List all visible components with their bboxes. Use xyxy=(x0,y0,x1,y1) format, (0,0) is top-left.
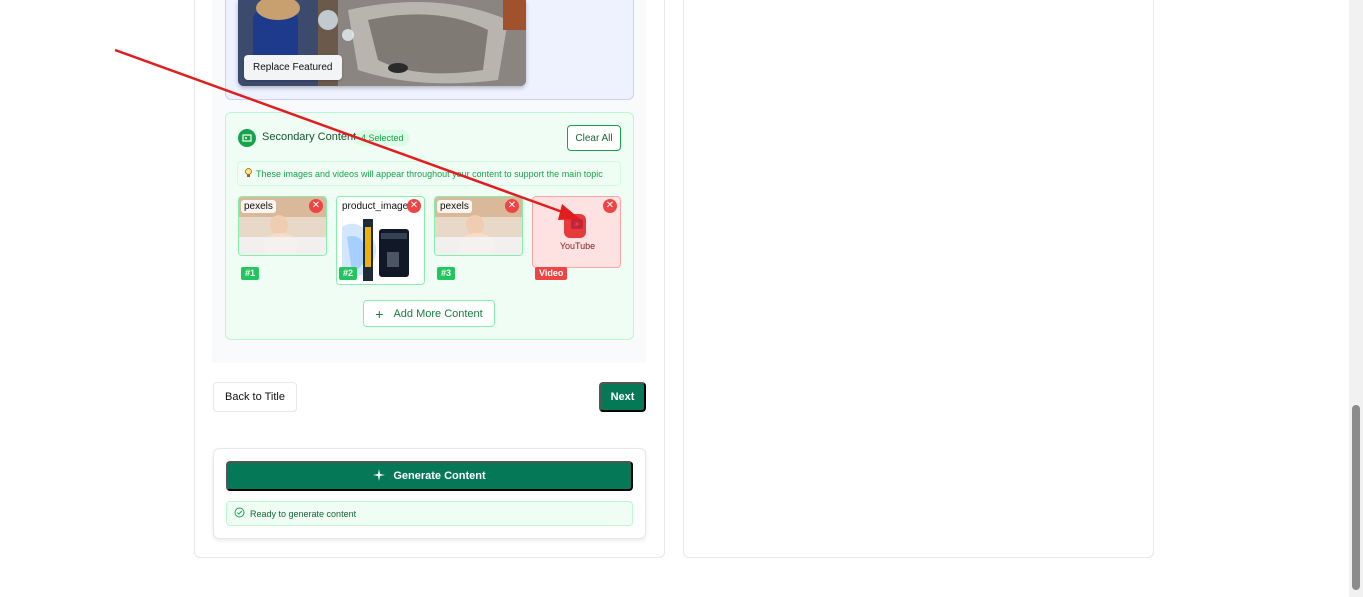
remove-item-3-icon[interactable]: ✕ xyxy=(505,199,519,213)
next-button[interactable]: Next xyxy=(599,382,646,412)
tip-text: These images and videos will appear thro… xyxy=(256,168,603,179)
ready-status: Ready to generate content xyxy=(226,501,633,526)
video-source-label: YouTube xyxy=(559,241,596,251)
item-1-badge: #1 xyxy=(241,267,260,280)
item-source-label: pexels xyxy=(241,200,276,213)
item-source-label: product_image xyxy=(339,200,412,213)
generate-content-button[interactable]: Generate Content xyxy=(226,461,633,491)
scrollbar-thumb[interactable] xyxy=(1352,405,1360,590)
media-icon xyxy=(238,129,256,147)
back-to-title-button[interactable]: Back to Title xyxy=(213,382,297,412)
sparkle-icon xyxy=(373,468,386,484)
page: Replace Featured Secondary Content 4 Sel… xyxy=(0,0,1363,597)
remove-item-2-icon[interactable]: ✕ xyxy=(407,199,421,213)
video-badge: Video xyxy=(535,267,568,280)
item-2-badge: #2 xyxy=(339,267,358,280)
item-source-label: pexels xyxy=(437,200,472,213)
secondary-tip: These images and videos will appear thro… xyxy=(237,161,621,186)
secondary-content-title: Secondary Content xyxy=(262,131,357,143)
replace-featured-button[interactable]: Replace Featured xyxy=(244,55,342,80)
plus-icon: + xyxy=(375,305,384,322)
right-panel xyxy=(683,0,1154,558)
remove-item-1-icon[interactable]: ✕ xyxy=(309,199,323,213)
selected-count-badge: 4 Selected xyxy=(355,130,410,146)
remove-item-4-icon[interactable]: ✕ xyxy=(603,199,617,213)
clear-all-button[interactable]: Clear All xyxy=(567,125,621,151)
item-3-badge: #3 xyxy=(437,267,456,280)
generate-label: Generate Content xyxy=(393,470,486,482)
add-more-label: Add More Content xyxy=(393,307,483,320)
check-circle-icon xyxy=(234,507,245,520)
add-more-content-button[interactable]: + Add More Content xyxy=(363,300,495,327)
ready-text: Ready to generate content xyxy=(250,508,357,519)
youtube-icon xyxy=(570,217,584,236)
lightbulb-icon xyxy=(244,167,253,180)
